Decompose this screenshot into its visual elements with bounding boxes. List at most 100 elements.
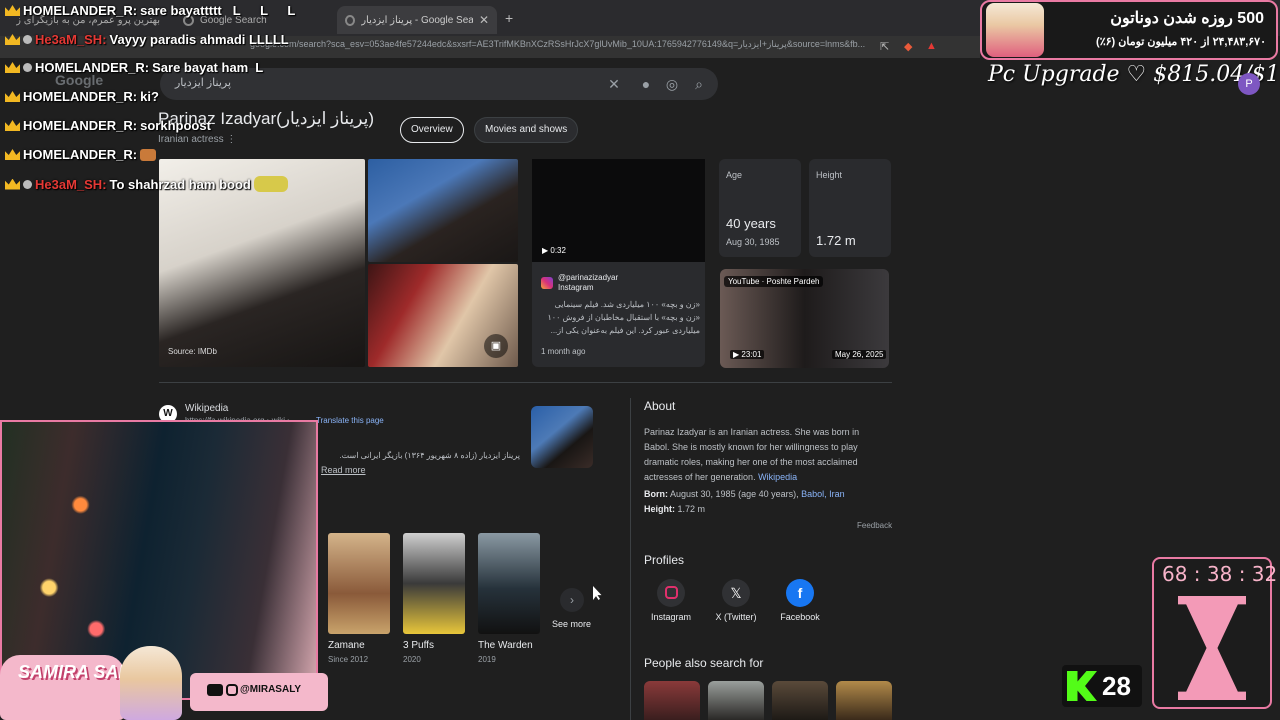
facebook-icon[interactable]: f <box>786 579 814 607</box>
video-duration: ▶ 0:32 <box>542 246 566 255</box>
related-person-thumbnail[interactable] <box>836 681 892 720</box>
badge-icon <box>23 35 32 44</box>
birth-date: Aug 30, 1985 <box>726 237 780 247</box>
post-age: 1 month ago <box>541 347 586 356</box>
profile-label[interactable]: Instagram <box>641 612 701 622</box>
profiles-heading: Profiles <box>644 553 685 567</box>
close-tab-icon[interactable]: ✕ <box>479 13 489 27</box>
chat-message: HOMELANDER_R: sorkhpoost <box>5 118 211 133</box>
translate-link[interactable]: Translate this page <box>316 416 384 425</box>
photo-thumbnail[interactable] <box>368 159 518 262</box>
age-card[interactable]: Age 40 years Aug 30, 1985 <box>719 159 801 257</box>
people-also-search-heading: People also search for <box>644 656 764 670</box>
subtitle: Iranian actress ⋮ <box>158 134 236 145</box>
microphone-icon[interactable]: ● <box>636 74 656 94</box>
result-site[interactable]: Wikipedia <box>185 403 228 414</box>
height-row: Height: 1.72 m <box>644 504 705 514</box>
video-date: May 26, 2025 <box>832 350 887 359</box>
chat-user: HOMELANDER_R: <box>35 60 150 75</box>
chat-emotes: L <box>255 60 264 75</box>
search-icon[interactable]: ⌕ <box>689 74 709 94</box>
subtitle-text: Iranian actress <box>158 134 224 145</box>
movie-title[interactable]: 3 Puffs <box>403 640 434 651</box>
account-avatar[interactable]: P <box>1238 73 1260 95</box>
feedback-link[interactable]: Feedback <box>857 521 892 530</box>
social-handle: @MIRASALY <box>240 684 302 695</box>
profile-label[interactable]: X (Twitter) <box>706 612 766 622</box>
extension-icon[interactable]: ▲ <box>926 40 937 52</box>
born-label: Born: <box>644 489 668 499</box>
close-icon[interactable]: ✕ <box>604 74 624 94</box>
movie-poster[interactable] <box>478 533 540 634</box>
chevron-right-icon[interactable]: › <box>560 588 584 612</box>
chat-text: sare bayattttt <box>140 3 222 18</box>
new-tab-icon[interactable]: + <box>505 10 513 26</box>
emote-icon <box>253 176 288 192</box>
chat-text: ki? <box>140 89 159 104</box>
tab-active[interactable]: پریناز ایزدیار - Google Search ✕ <box>337 6 497 34</box>
badge-icon <box>23 179 32 189</box>
search-input[interactable]: پریناز ایزدیار <box>175 76 231 89</box>
crown-icon <box>5 120 20 131</box>
related-person-thumbnail[interactable] <box>772 681 828 720</box>
mascot-avatar <box>120 646 182 720</box>
height-value: 1.72 m <box>816 233 856 248</box>
chat-message: He3aM_SH: To shahrzad ham bood <box>5 176 288 192</box>
age-label: Age <box>726 170 743 180</box>
chat-message: HOMELANDER_R: <box>5 147 157 162</box>
movie-poster[interactable] <box>403 533 465 634</box>
movie-year: 2020 <box>403 655 421 664</box>
movie-title[interactable]: The Warden <box>478 640 533 651</box>
instagram-icon <box>226 684 238 696</box>
mouse-cursor-icon <box>593 586 602 600</box>
height-card[interactable]: Height 1.72 m <box>809 159 891 257</box>
x-icon[interactable]: 𝕏 <box>722 579 750 607</box>
instagram-handle: @parinazizadyar Instagram <box>558 273 618 293</box>
crown-icon <box>5 34 20 45</box>
url-field[interactable]: google.com/search?sca_esv=053ae4fe57244e… <box>250 39 870 55</box>
chat-message: HOMELANDER_R: Sare bayat ham L <box>5 60 263 75</box>
wikipedia-link[interactable]: Wikipedia <box>758 472 797 482</box>
crown-icon <box>5 178 20 190</box>
divider <box>159 382 892 383</box>
height-label: Height: <box>644 504 675 514</box>
chat-user: He3aM_SH: <box>35 32 107 47</box>
tab-overview[interactable]: Overview <box>400 117 464 143</box>
movie-year: Since 2012 <box>328 655 369 664</box>
chat-user: He3aM_SH: <box>35 176 107 192</box>
youtube-channel: YouTube · Poshte Pardeh <box>724 276 824 287</box>
about-text: Parinaz Izadyar is an Iranian actress. S… <box>644 425 874 485</box>
donation-progress-text: ۲۴,۴۸۳,۶۷۰ از ۴۲۰ میلیون تومان (۶٪) <box>1096 36 1266 48</box>
extension-icon[interactable]: ◆ <box>904 40 912 53</box>
more-options-icon[interactable]: ⋮ <box>226 134 236 145</box>
gallery-icon[interactable]: ▣ <box>484 334 508 358</box>
related-person-thumbnail[interactable] <box>644 681 700 720</box>
tab-movies-and-shows[interactable]: Movies and shows <box>474 117 579 143</box>
donation-title: 500 روزه شدن دوناتون <box>1110 10 1264 27</box>
born-value: August 30, 1985 (age 40 years), <box>670 489 799 499</box>
about-heading: About <box>644 399 676 413</box>
share-icon[interactable]: ⇱ <box>880 40 889 53</box>
instagram-icon[interactable] <box>657 579 685 607</box>
result-snippet: پریناز ایزدیار (زاده ۸ شهریور ۱۳۶۴) بازی… <box>339 451 520 460</box>
see-more-link[interactable]: See more <box>552 619 591 629</box>
result-thumbnail[interactable] <box>531 406 593 468</box>
movie-poster[interactable] <box>328 533 390 634</box>
timer-value: 68 : 38 : 32 <box>1162 562 1278 586</box>
chat-message: HOMELANDER_R: sare bayattttt L L L <box>5 3 303 18</box>
movie-title[interactable]: Zamane <box>328 640 365 651</box>
duration-text: 0:32 <box>550 246 566 255</box>
video-duration: ▶ 23:01 <box>730 350 765 359</box>
related-person-thumbnail[interactable] <box>708 681 764 720</box>
duration-text: 23:01 <box>741 350 762 359</box>
profile-label[interactable]: Facebook <box>770 612 830 622</box>
chat-text: Vayyy paradis ahmadi LLLLL <box>109 32 289 47</box>
column-divider <box>630 398 631 720</box>
height-label: Height <box>816 170 843 180</box>
read-more-link[interactable]: Read more <box>321 465 366 475</box>
born-place-link[interactable]: Babol, Iran <box>801 489 845 499</box>
chat-text: sorkhpoost <box>140 118 211 133</box>
kick-count: 28 <box>1102 671 1131 701</box>
chat-message: HOMELANDER_R: ki? <box>5 89 159 104</box>
lens-icon[interactable]: ◎ <box>662 74 682 94</box>
